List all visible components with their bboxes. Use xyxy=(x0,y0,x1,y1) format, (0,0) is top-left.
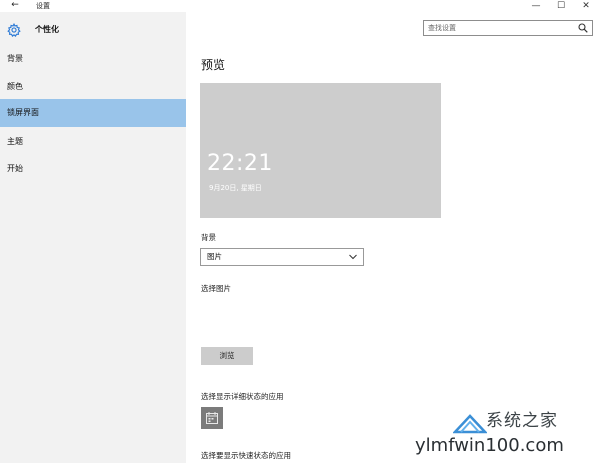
sidebar-item-colors[interactable]: 颜色 xyxy=(0,73,186,101)
choose-picture-label: 选择图片 xyxy=(201,284,231,293)
detailed-status-app-button[interactable] xyxy=(201,407,223,429)
watermark-en-text: ylmfwin100.com xyxy=(415,435,564,456)
search-box[interactable] xyxy=(423,20,593,36)
minimize-button[interactable]: — xyxy=(524,0,548,12)
gear-icon xyxy=(7,23,21,37)
sidebar-item-label: 主题 xyxy=(7,137,23,146)
sidebar-item-label: 背景 xyxy=(7,54,23,63)
lock-screen-preview: 22:21 9月20日, 星期日 xyxy=(200,83,441,218)
search-icon[interactable] xyxy=(578,23,588,33)
preview-time: 22:21 xyxy=(207,151,273,176)
sidebar-item-themes[interactable]: 主题 xyxy=(0,128,186,156)
calendar-icon xyxy=(206,412,218,424)
sidebar-title: 个性化 xyxy=(35,25,59,34)
search-input[interactable] xyxy=(424,21,576,35)
window-title: 设置 xyxy=(36,2,50,10)
sidebar-header: 个性化 xyxy=(0,20,186,40)
background-select[interactable]: 图片 xyxy=(200,248,364,266)
back-arrow-icon[interactable]: ← xyxy=(8,0,22,12)
watermark-cn-text: 系统之家 xyxy=(486,411,558,431)
preview-date: 9月20日, 星期日 xyxy=(209,184,262,192)
chevron-down-icon xyxy=(349,254,357,260)
sidebar-item-label: 颜色 xyxy=(7,82,23,91)
preview-heading: 预览 xyxy=(201,58,226,72)
sidebar-item-label: 锁屏界面 xyxy=(7,108,39,117)
detailed-status-label: 选择显示详细状态的应用 xyxy=(201,392,284,401)
maximize-button[interactable]: ☐ xyxy=(549,0,573,12)
background-select-value: 图片 xyxy=(207,252,222,261)
watermark-logo-icon xyxy=(453,414,487,434)
sidebar-item-lock-screen[interactable]: 锁屏界面 xyxy=(0,99,186,127)
close-button[interactable]: ✕ xyxy=(574,0,598,12)
sidebar-item-label: 开始 xyxy=(7,164,23,173)
browse-button[interactable]: 浏览 xyxy=(201,347,253,365)
watermark: 系统之家 ylmfwin100.com xyxy=(413,410,598,460)
sidebar-item-start[interactable]: 开始 xyxy=(0,155,186,183)
quick-status-label: 选择要显示快速状态的应用 xyxy=(201,451,291,460)
title-bar: ← 设置 — ☐ ✕ xyxy=(0,0,600,12)
sidebar: 个性化 背景 颜色 锁屏界面 主题 开始 xyxy=(0,12,186,463)
background-label: 背景 xyxy=(201,233,216,242)
sidebar-item-background[interactable]: 背景 xyxy=(0,45,186,73)
